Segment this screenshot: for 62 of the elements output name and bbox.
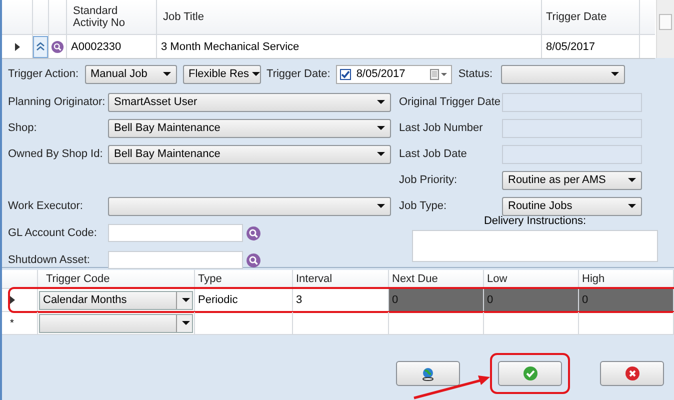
- checkbox[interactable]: [340, 68, 352, 80]
- globe-icon: [421, 366, 435, 380]
- check-icon: [522, 366, 538, 381]
- dropdown[interactable]: SmartAsset User: [108, 92, 391, 112]
- field-label: Owned By Shop Id:: [8, 148, 104, 160]
- cancel-button[interactable]: [600, 361, 664, 386]
- collapse-button[interactable]: [33, 36, 48, 58]
- dropdown[interactable]: Routine as per AMS: [502, 170, 642, 190]
- table-cell: 8/05/2017: [542, 35, 640, 58]
- field-label: Shutdown Asset:: [8, 254, 91, 266]
- column-header[interactable]: Trigger Date: [542, 0, 640, 34]
- field-label: Job Priority:: [399, 174, 458, 186]
- search-icon[interactable]: [51, 40, 64, 54]
- field-label: Status:: [458, 68, 493, 80]
- column-header[interactable]: High: [579, 270, 674, 288]
- field-label: GL Account Code:: [8, 227, 98, 239]
- column-header[interactable]: Type: [195, 270, 293, 288]
- close-icon: [624, 366, 640, 381]
- dropdown[interactable]: Routine Jobs: [502, 196, 642, 216]
- column-header[interactable]: Next Due: [389, 270, 484, 288]
- table-cell: Periodic: [195, 289, 293, 311]
- field-label: Trigger Date:: [266, 68, 330, 80]
- scroll-bar[interactable]: [656, 0, 674, 58]
- globe-button[interactable]: [396, 361, 460, 386]
- field-label: Job Type:: [399, 200, 448, 212]
- date-picker[interactable]: 8/05/2017: [336, 64, 452, 84]
- input-field[interactable]: [108, 224, 243, 242]
- row-pointer-icon: [10, 296, 15, 304]
- field-label: Trigger Action:: [8, 68, 79, 80]
- field-label: Shop:: [8, 122, 38, 134]
- ok-button[interactable]: [498, 361, 562, 386]
- trigger-code-dropdown[interactable]: Calendar Months: [39, 290, 193, 310]
- table-cell: 0: [579, 289, 674, 311]
- column-header[interactable]: Standard Activity No: [67, 0, 157, 34]
- search-icon[interactable]: [246, 252, 261, 268]
- column-header[interactable]: Low: [484, 270, 579, 288]
- input-field[interactable]: [108, 251, 243, 269]
- field-label: Delivery Instructions:: [484, 215, 586, 227]
- column-header[interactable]: Trigger Code: [38, 270, 195, 288]
- table-cell: 3 Month Mechanical Service: [157, 35, 542, 58]
- delivery-instructions-field[interactable]: [412, 230, 658, 262]
- field-label: Last Job Number: [399, 122, 484, 134]
- trigger-mode-dropdown[interactable]: Flexible Res: [182, 64, 261, 84]
- trigger-action-dropdown[interactable]: Manual Job: [84, 64, 177, 84]
- status-dropdown[interactable]: [500, 64, 625, 84]
- chevron-icon: [36, 42, 45, 51]
- dropdown[interactable]: Bell Bay Maintenance: [108, 144, 391, 164]
- search-icon[interactable]: [246, 226, 261, 240]
- table-cell: 0: [389, 289, 484, 311]
- field-label: Original Trigger Date: [399, 96, 502, 108]
- trigger-code-dropdown[interactable]: [39, 314, 193, 332]
- field-label: Last Job Date: [399, 148, 468, 160]
- field-label: Planning Originator:: [8, 96, 106, 108]
- dropdown[interactable]: [108, 196, 391, 216]
- table-cell: A0002330: [67, 35, 157, 58]
- calendar-icon[interactable]: [430, 68, 448, 80]
- row-pointer-icon: [14, 42, 20, 50]
- column-header[interactable]: Job Title: [157, 0, 542, 34]
- column-header[interactable]: Interval: [293, 270, 389, 288]
- dropdown[interactable]: Bell Bay Maintenance: [108, 118, 391, 138]
- table-cell: 0: [484, 289, 579, 311]
- field-label: Work Executor:: [8, 200, 84, 212]
